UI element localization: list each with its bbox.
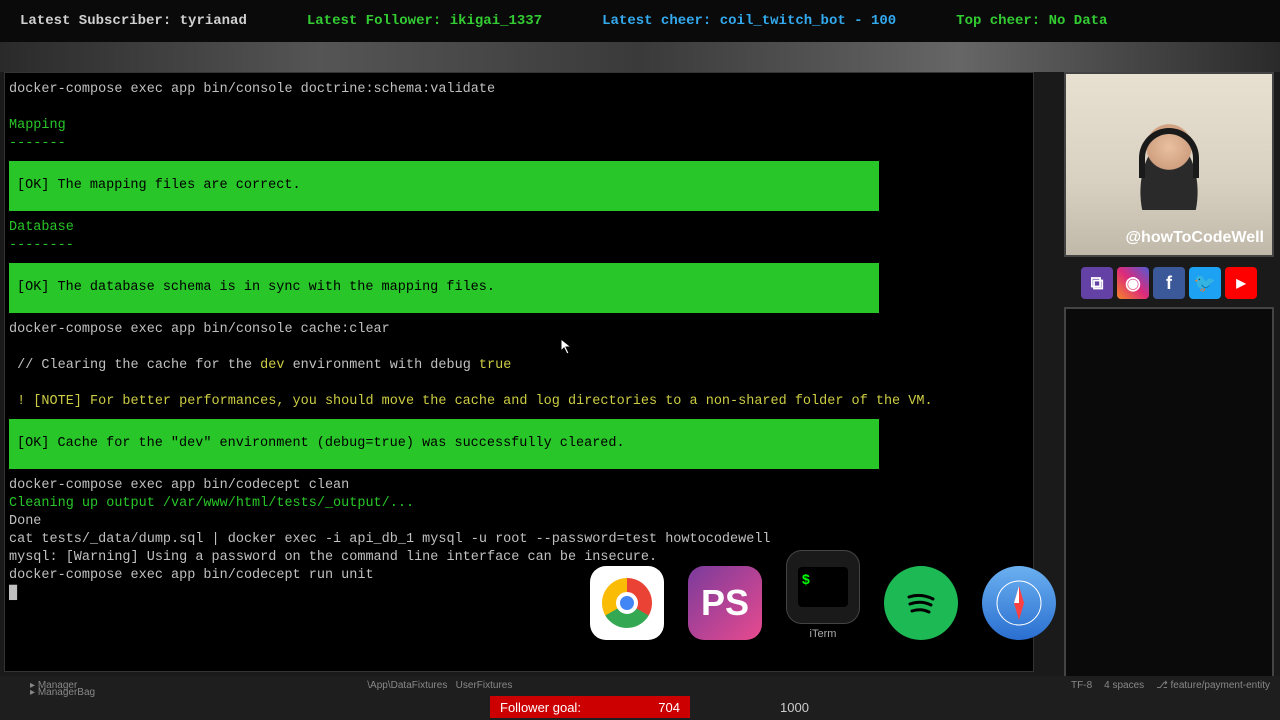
phpstorm-icon: PS — [688, 566, 762, 640]
terminal-line: cat tests/_data/dump.sql | docker exec -… — [9, 531, 1029, 549]
dock-chrome[interactable] — [590, 566, 664, 640]
stream-right-column: @howToCodeWell ⧉ ◉ f 🐦 ▶ — [1064, 72, 1274, 687]
ok-banner: [OK] The mapping files are correct. — [9, 161, 879, 211]
terminal-line: // Clearing the cache for the dev enviro… — [9, 357, 1029, 375]
social-icons-row: ⧉ ◉ f 🐦 ▶ — [1064, 267, 1274, 299]
ide-encoding[interactable]: TF-8 — [1071, 680, 1092, 691]
ide-tree-item[interactable]: ManagerBag — [30, 687, 95, 698]
ide-branch[interactable]: ⎇ feature/payment-entity — [1156, 680, 1270, 691]
follower-goal-total: 1000 — [780, 700, 809, 715]
section-header: Mapping — [9, 117, 1029, 135]
dock-iterm[interactable]: $ iTerm — [786, 550, 860, 640]
terminal-line: docker-compose exec app bin/console cach… — [9, 321, 1029, 339]
facebook-icon[interactable]: f — [1153, 267, 1185, 299]
section-header: Database — [9, 219, 1029, 237]
webcam-panel: @howToCodeWell — [1064, 72, 1274, 257]
note-line: ! [NOTE] For better performances, you sh… — [9, 393, 1029, 411]
macos-dock[interactable]: PS $ iTerm — [590, 550, 1056, 640]
latest-follower: Latest Follower: ikigai_1337 — [307, 13, 542, 29]
ide-status-row: Manager \App\DataFixtures UserFixtures T… — [0, 676, 1280, 694]
youtube-icon[interactable]: ▶ — [1225, 267, 1257, 299]
dock-phpstorm[interactable]: PS — [688, 566, 762, 640]
stream-top-bar: Latest Subscriber: tyrianad Latest Follo… — [0, 0, 1280, 42]
twitch-icon[interactable]: ⧉ — [1081, 267, 1113, 299]
follower-goal-row: Follower goal: 704 1000 — [0, 694, 1280, 720]
latest-subscriber: Latest Subscriber: tyrianad — [20, 13, 247, 29]
background-strip — [0, 42, 1280, 72]
ok-banner: [OK] Cache for the "dev" environment (de… — [9, 419, 879, 469]
top-cheer: Top cheer: No Data — [956, 13, 1107, 29]
headphones-icon — [1139, 128, 1199, 178]
safari-icon — [982, 566, 1056, 640]
dock-safari[interactable] — [982, 566, 1056, 640]
follower-goal-label: Follower goal: — [500, 700, 581, 715]
follower-goal-current: 704 — [658, 700, 680, 715]
chat-panel — [1064, 307, 1274, 687]
bottom-bar: Manager \App\DataFixtures UserFixtures T… — [0, 676, 1280, 720]
twitter-icon[interactable]: 🐦 — [1189, 267, 1221, 299]
terminal-line: docker-compose exec app bin/console doct… — [9, 81, 1029, 99]
dock-spotify[interactable] — [884, 566, 958, 640]
spotify-icon — [884, 566, 958, 640]
terminal-line: docker-compose exec app bin/codecept cle… — [9, 477, 1029, 495]
ok-banner: [OK] The database schema is in sync with… — [9, 263, 879, 313]
terminal-line: Cleaning up output /var/www/html/tests/_… — [9, 495, 1029, 513]
follower-goal-progress: Follower goal: 704 — [490, 696, 690, 718]
ide-spaces[interactable]: 4 spaces — [1104, 680, 1144, 691]
terminal-line: Done — [9, 513, 1029, 531]
iterm-icon: $ — [798, 567, 848, 607]
chrome-icon — [602, 578, 652, 628]
latest-cheer: Latest cheer: coil_twitch_bot - 100 — [602, 13, 896, 29]
dock-label: iTerm — [810, 628, 837, 640]
ide-breadcrumb[interactable]: \App\DataFixtures UserFixtures — [367, 680, 512, 691]
streamer-handle: @howToCodeWell — [1125, 229, 1264, 247]
instagram-icon[interactable]: ◉ — [1117, 267, 1149, 299]
streamer-avatar — [1129, 120, 1209, 210]
